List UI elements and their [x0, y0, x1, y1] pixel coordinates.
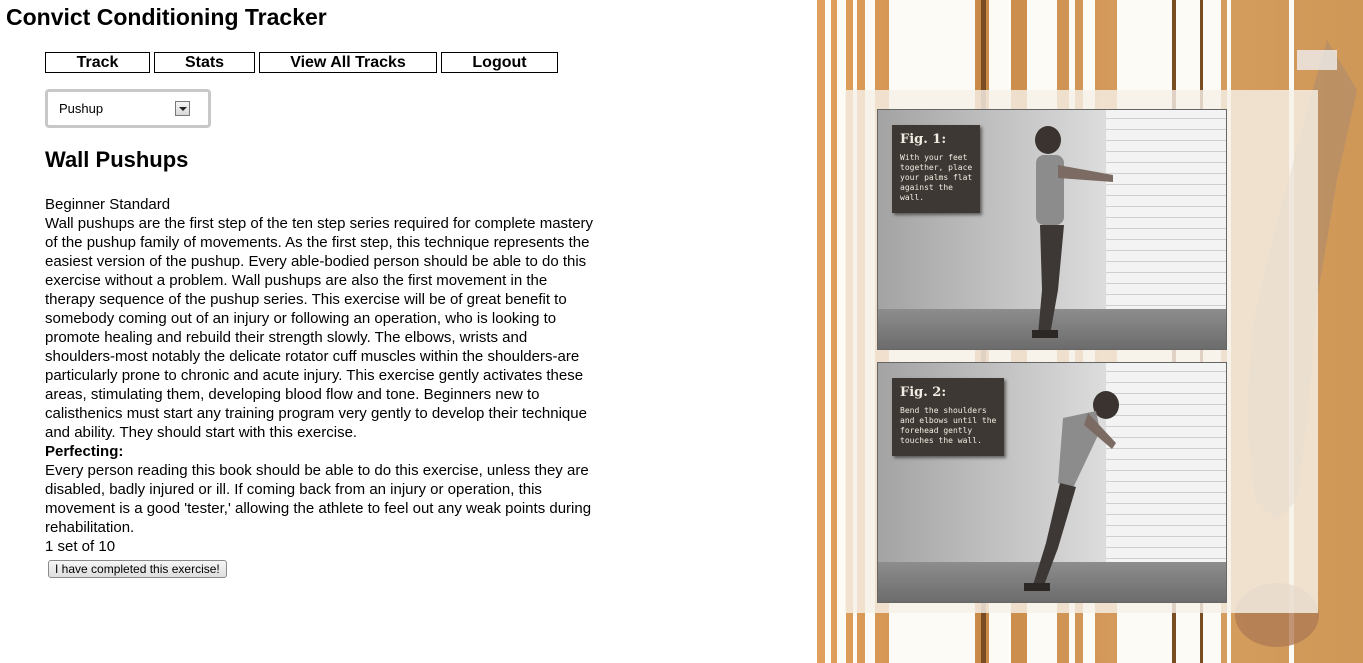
figure-2-caption: Fig. 2: Bend the shoulders and elbows un…: [892, 378, 1005, 456]
perfecting-text: Every person reading this book should be…: [45, 462, 592, 536]
nav-stats-button[interactable]: Stats: [154, 52, 255, 73]
exercise-standard: Beginner Standard: [45, 196, 171, 213]
figure-2-title: Fig. 2:: [900, 385, 947, 400]
figure-2-text: Bend the shoulders and elbows until the …: [900, 406, 997, 445]
figure-1-text: With your feet together, place your palm…: [900, 153, 973, 202]
art-stripe: [825, 0, 831, 663]
exercise-illustration: Fig. 1: With your feet together, place y…: [817, 0, 1363, 663]
app-title: Convict Conditioning Tracker: [6, 4, 327, 30]
nav-track-button[interactable]: Track: [45, 52, 150, 73]
chevron-down-icon[interactable]: [175, 101, 190, 116]
exercise-sets: 1 set of 10: [45, 538, 116, 555]
exercise-details: Beginner Standard Wall pushups are the f…: [45, 195, 600, 578]
exercise-description: Wall pushups are the first step of the t…: [45, 215, 594, 441]
figure-2: Fig. 2: Bend the shoulders and elbows un…: [877, 362, 1227, 603]
exercise-title: Wall Pushups: [45, 147, 189, 172]
figure-1-caption: Fig. 1: With your feet together, place y…: [892, 125, 981, 213]
figure-panel: Fig. 1: With your feet together, place y…: [845, 90, 1318, 613]
exercise-family-select[interactable]: Pushup: [45, 89, 211, 128]
perfecting-heading: Perfecting:: [45, 443, 124, 460]
complete-exercise-button[interactable]: I have completed this exercise!: [48, 560, 227, 578]
figure-2-person: [1024, 391, 1119, 591]
figure-1-person: [1032, 126, 1113, 338]
exercise-family-selected-value: Pushup: [59, 101, 104, 116]
nav-logout-button[interactable]: Logout: [441, 52, 558, 73]
figure-1: Fig. 1: With your feet together, place y…: [877, 109, 1227, 350]
figure-1-title: Fig. 1:: [900, 132, 947, 147]
nav-view-all-tracks-button[interactable]: View All Tracks: [259, 52, 437, 73]
